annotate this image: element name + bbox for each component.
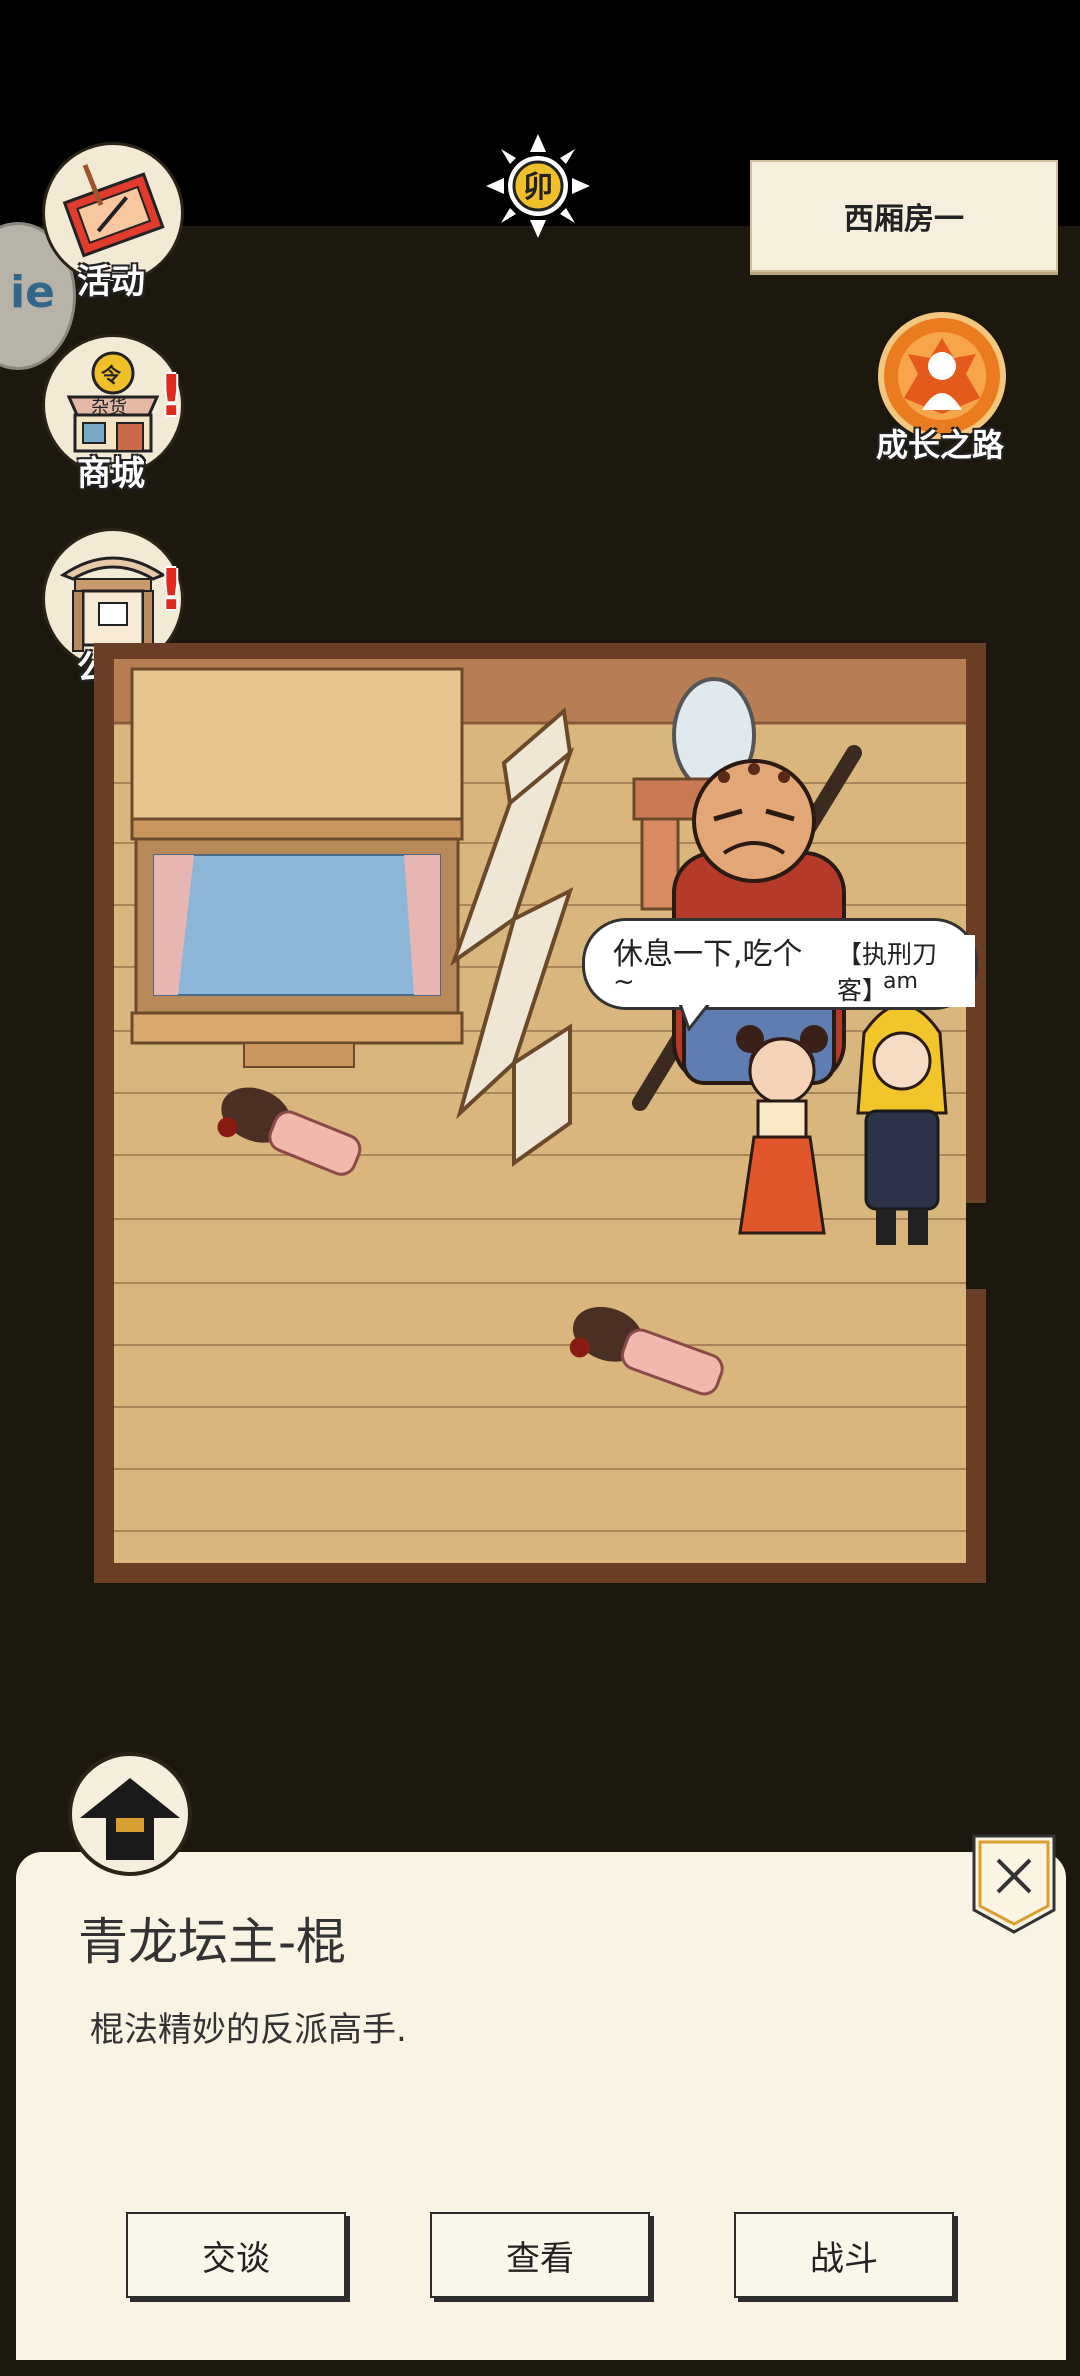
close-panel-button[interactable] [970, 1832, 1058, 1936]
speech-tail [677, 1001, 713, 1031]
npc-portrait-avatar [68, 1752, 192, 1876]
speech-text: 休息一下,吃个 [613, 937, 803, 972]
growth-road-button[interactable]: 成长之路 [870, 312, 1010, 472]
shop-token-text: 令 [101, 363, 121, 387]
shop-button[interactable]: 令 杂货 ! 商城 [36, 334, 186, 494]
fight-button[interactable]: 战斗 [734, 2212, 954, 2298]
shop-label: 商城 [77, 454, 145, 494]
close-icon [972, 1834, 1056, 1934]
notice-alert-icon: ! [158, 558, 184, 623]
growth-road-label: 成长之路 [875, 426, 1004, 464]
time-label: 卯 [523, 170, 553, 205]
room-scene [94, 643, 986, 1583]
npc-description: 棍法精妙的反派高手. [90, 2010, 407, 2050]
talk-button[interactable]: 交谈 [126, 2212, 346, 2298]
speech-bubble: 休息一下,吃个 【执刑刀客】 ~ am [582, 918, 978, 1031]
time-of-day-badge: 卯 [486, 134, 590, 238]
location-label: 西厢房一 [750, 160, 1058, 272]
shop-sign-text: 杂货 [91, 397, 127, 418]
shop-alert-icon: ! [158, 364, 184, 429]
canopy-bed [130, 667, 464, 1068]
companion-character [856, 1003, 948, 1245]
speech-text-continued: ~ [613, 967, 635, 997]
speech-subtext: am [883, 969, 918, 994]
activity-button[interactable]: 活动 [36, 142, 186, 302]
activity-label: 活动 [77, 262, 145, 302]
npc-name: 青龙坛主-棍 [78, 1913, 347, 1971]
straw-hat-icon [80, 1778, 180, 1860]
view-button[interactable]: 查看 [430, 2212, 650, 2298]
